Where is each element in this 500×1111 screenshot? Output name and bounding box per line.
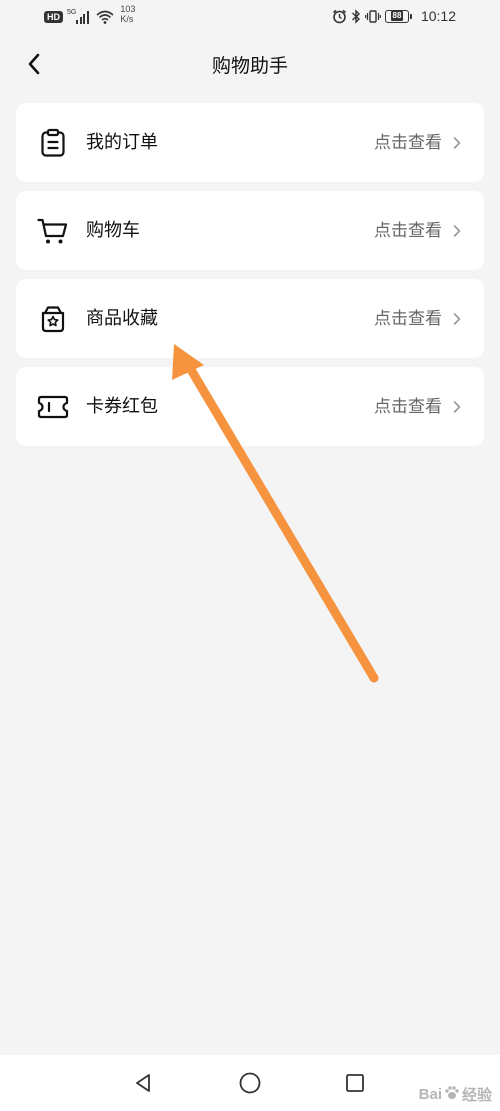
menu-item-action: 点击查看 (374, 221, 442, 241)
page-title: 购物助手 (211, 55, 288, 77)
menu-item-label: 卡券红包 (86, 396, 158, 417)
menu-item-action: 点击查看 (374, 133, 442, 153)
wifi-icon (96, 10, 114, 24)
network-speed: 103 K/s (120, 4, 135, 24)
battery-icon: 88 (384, 9, 413, 23)
header: 购物助手 (0, 34, 500, 94)
status-left-group: HD 5G 103 K/s (44, 4, 135, 27)
battery-level: 88 (390, 11, 404, 21)
chevron-right-icon (452, 223, 462, 239)
star-bag-icon (37, 303, 69, 335)
triangle-back-icon (136, 1074, 150, 1092)
menu-item-action: 点击查看 (374, 309, 442, 329)
menu-item-shopping-cart[interactable]: 购物车 点击查看 (16, 191, 484, 270)
watermark-brand-right: 经验 (461, 1087, 492, 1104)
menu-item-action: 点击查看 (374, 397, 442, 417)
menu-item-favorites[interactable]: 商品收藏 点击查看 (16, 279, 484, 358)
alarm-icon (332, 9, 347, 24)
network-speed-unit: K/s (120, 14, 134, 24)
square-recent-icon (346, 1074, 364, 1092)
watermark-brand-left: Bai (418, 1086, 442, 1103)
vibrate-icon (365, 9, 381, 24)
signal-icon (76, 10, 90, 24)
nav-home-button[interactable] (237, 1070, 263, 1096)
bluetooth-icon (351, 8, 361, 24)
network-type: 5G (67, 8, 77, 16)
status-right-group: 88 10:12 (328, 8, 456, 24)
menu-item-my-orders[interactable]: 我的订单 点击查看 (16, 103, 484, 182)
network-speed-value: 103 (120, 4, 136, 14)
menu-list: 我的订单 点击查看 购物车 点击查看 商品收藏 点击查看 卡券红包 点击查看 (16, 103, 484, 455)
nav-recent-button[interactable] (342, 1070, 368, 1096)
menu-item-label: 我的订单 (86, 132, 158, 153)
system-nav-bar: Bai 经验 (0, 1055, 500, 1111)
circle-home-icon (239, 1072, 261, 1094)
ticket-icon (37, 391, 69, 423)
shopping-cart-icon (37, 215, 69, 247)
paw-icon (444, 1085, 460, 1105)
chevron-right-icon (452, 311, 462, 327)
clipboard-list-icon (37, 127, 69, 159)
status-time: 10:12 (420, 8, 456, 24)
chevron-right-icon (452, 399, 462, 415)
hd-badge: HD (44, 11, 63, 23)
chevron-right-icon (452, 135, 462, 151)
menu-item-label: 购物车 (86, 220, 140, 241)
status-bar: HD 5G 103 K/s 88 10:12 (0, 0, 500, 34)
menu-item-label: 商品收藏 (86, 308, 158, 329)
menu-item-coupons[interactable]: 卡券红包 点击查看 (16, 367, 484, 446)
watermark: Bai 经验 (419, 1084, 492, 1105)
nav-back-button[interactable] (130, 1070, 156, 1096)
